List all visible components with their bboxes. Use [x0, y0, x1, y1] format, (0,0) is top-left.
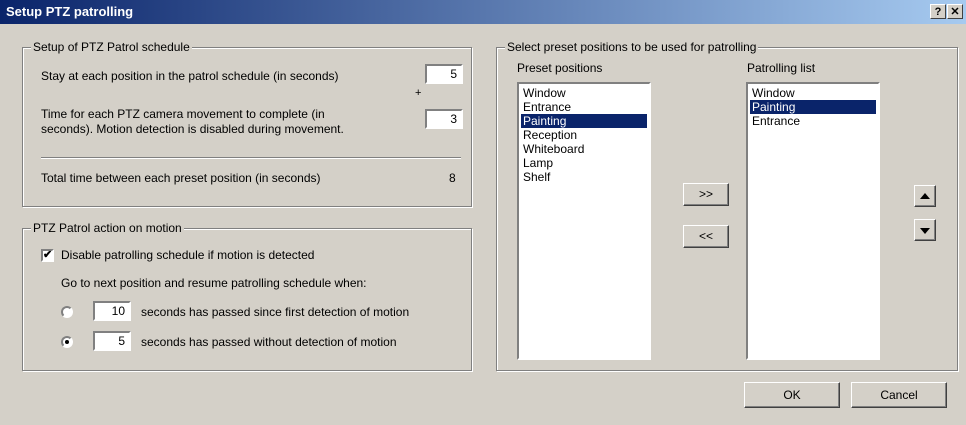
presets-legend: Select preset positions to be used for p… — [505, 40, 759, 54]
stay-label: Stay at each position in the patrol sche… — [41, 69, 339, 83]
stay-seconds-input[interactable]: 5 — [425, 64, 463, 84]
movement-seconds-input[interactable]: 3 — [425, 109, 463, 129]
preset-positions-list[interactable]: Window Entrance Painting Reception Whiteboar… — [517, 82, 651, 360]
move-down-button[interactable] — [914, 219, 936, 241]
without-detection-radio[interactable] — [61, 336, 73, 348]
schedule-group: Setup of PTZ Patrol schedule Stay at eac… — [22, 40, 472, 207]
list-item[interactable]: Painting — [521, 114, 647, 128]
close-button[interactable]: ✕ — [947, 4, 963, 19]
disable-patrol-label: Disable patrolling schedule if motion is… — [61, 248, 315, 262]
radio-selected-dot — [65, 340, 69, 344]
motion-group: PTZ Patrol action on motion ✔ Disable pa… — [22, 221, 472, 371]
list-item[interactable]: Lamp — [521, 156, 647, 170]
preset-positions-header: Preset positions — [517, 61, 603, 75]
window-title: Setup PTZ patrolling — [6, 4, 134, 19]
without-detection-label: seconds has passed without detection of … — [141, 335, 397, 349]
movement-label-line1: Time for each PTZ camera movement to com… — [41, 107, 325, 121]
schedule-legend: Setup of PTZ Patrol schedule — [31, 40, 192, 54]
first-detection-seconds-input[interactable]: 10 — [93, 301, 131, 321]
arrow-up-icon — [920, 193, 930, 199]
add-to-patrol-button[interactable]: >> — [683, 183, 729, 206]
sum-divider — [41, 157, 461, 159]
setup-ptz-dialog: Setup PTZ patrolling ? ✕ Setup of PTZ Pa… — [0, 0, 966, 425]
first-detection-label: seconds has passed since first detection… — [141, 305, 410, 319]
plus-sign: + — [415, 87, 422, 99]
patrolling-list-header: Patrolling list — [747, 61, 816, 75]
arrow-down-icon — [920, 228, 930, 234]
resume-label: Go to next position and resume patrollin… — [61, 276, 367, 290]
list-item[interactable]: Window — [521, 86, 647, 100]
movement-label-line2: seconds). Motion detection is disabled d… — [41, 122, 344, 136]
ok-button[interactable]: OK — [744, 382, 840, 408]
move-up-button[interactable] — [914, 185, 936, 207]
title-bar: Setup PTZ patrolling ? ✕ — [0, 0, 966, 24]
total-label: Total time between each preset position … — [41, 171, 321, 185]
first-detection-radio[interactable] — [61, 306, 73, 318]
motion-legend: PTZ Patrol action on motion — [31, 221, 184, 235]
help-button[interactable]: ? — [930, 4, 946, 19]
list-item[interactable]: Painting — [750, 100, 876, 114]
cancel-button[interactable]: Cancel — [851, 382, 947, 408]
list-item[interactable]: Reception — [521, 128, 647, 142]
presets-group: Select preset positions to be used for p… — [496, 40, 958, 371]
total-value: 8 — [449, 171, 456, 185]
without-detection-seconds-input[interactable]: 5 — [93, 331, 131, 351]
list-item[interactable]: Shelf — [521, 170, 647, 184]
remove-from-patrol-button[interactable]: << — [683, 225, 729, 248]
list-item[interactable]: Window — [750, 86, 876, 100]
patrolling-list[interactable]: Window Painting Entrance — [746, 82, 880, 360]
list-item[interactable]: Entrance — [521, 100, 647, 114]
list-item[interactable]: Whiteboard — [521, 142, 647, 156]
disable-patrol-checkbox[interactable]: ✔ — [41, 249, 54, 262]
list-item[interactable]: Entrance — [750, 114, 876, 128]
